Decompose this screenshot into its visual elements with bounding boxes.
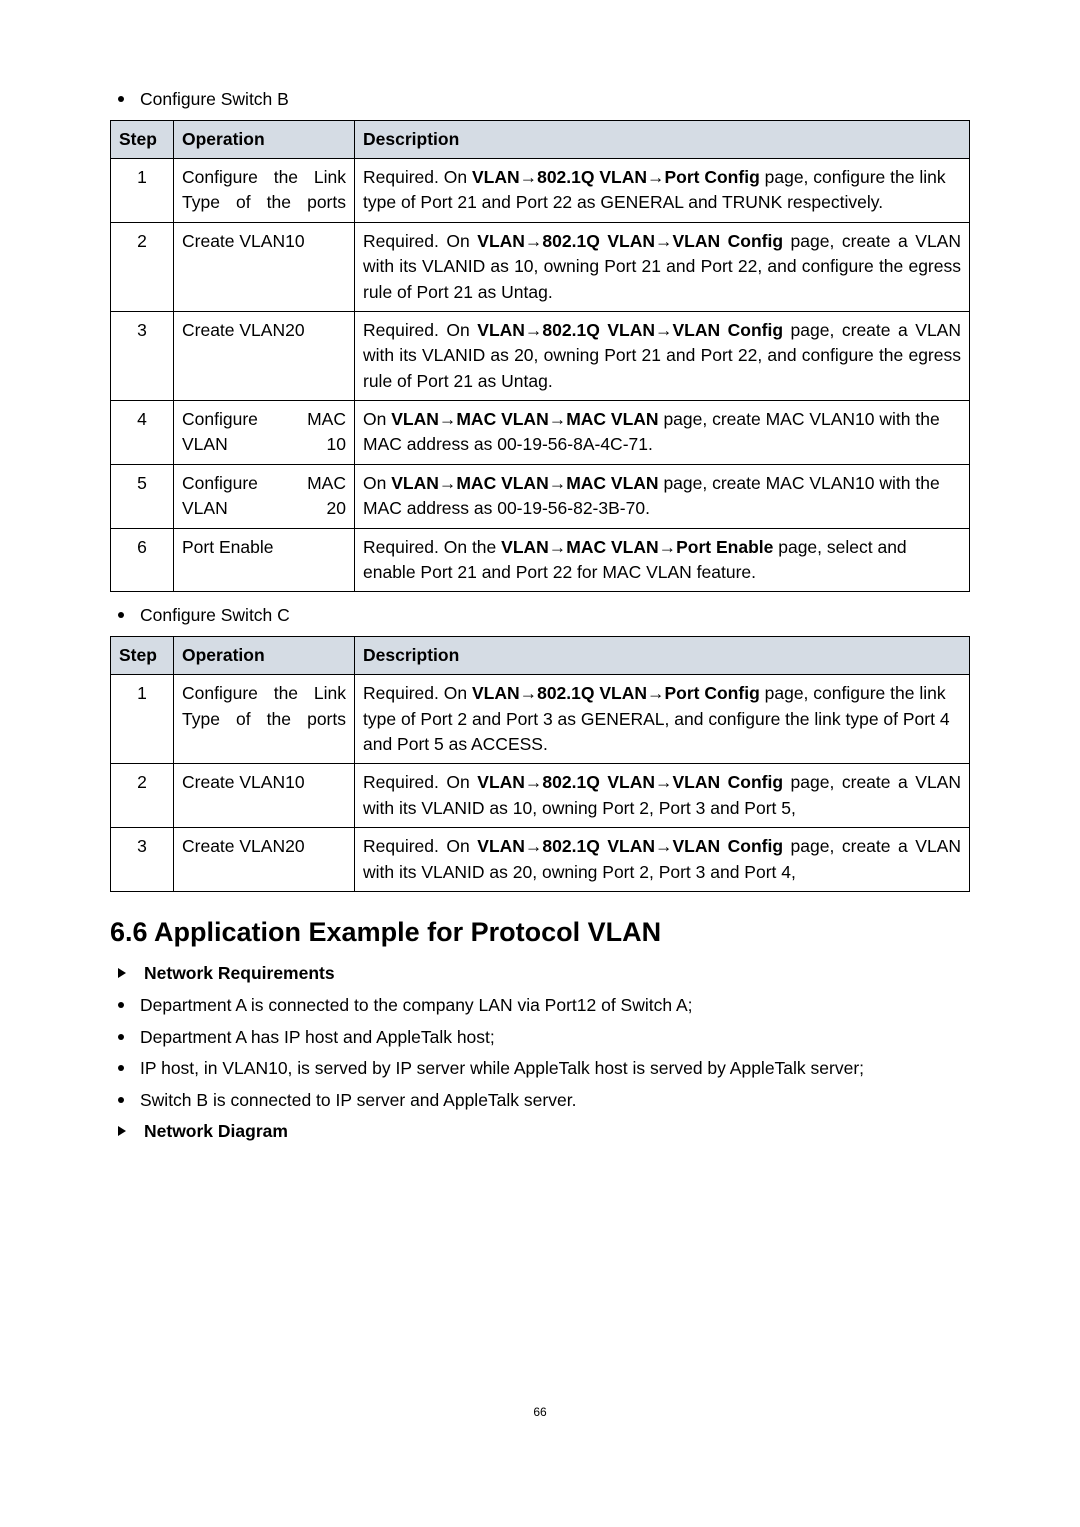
desc-bold: VLAN→802.1Q VLAN→VLAN Config [477,320,783,340]
bullet-text: Configure Switch C [140,604,290,628]
th-operation: Operation [174,120,355,158]
req-bullet: Department A is connected to the company… [110,994,970,1018]
table-row: 4 Configure MAC VLAN 10 On VLAN→MAC VLAN… [111,401,970,465]
table-row: 2 Create VLAN10 Required. On VLAN→802.1Q… [111,764,970,828]
table-row: 5 Configure MAC VLAN 20 On VLAN→MAC VLAN… [111,464,970,528]
sub-title: Network Requirements [144,962,335,986]
req-bullet: IP host, in VLAN10, is served by IP serv… [110,1057,970,1081]
cell-step: 3 [111,828,174,892]
network-diagram-heading: Network Diagram [110,1120,970,1144]
th-step: Step [111,120,174,158]
table-row: 1 Configure the Link Type of the ports R… [111,675,970,764]
desc-bold: VLAN→802.1Q VLAN→VLAN Config [477,231,783,251]
cell-operation: Create VLAN20 [174,311,355,400]
cell-operation: Configure MAC VLAN 20 [174,464,355,528]
triangle-icon [118,968,126,978]
table-header-row: Step Operation Description [111,636,970,674]
cell-step: 1 [111,675,174,764]
cell-description: Required. On VLAN→802.1Q VLAN→VLAN Confi… [355,311,970,400]
cell-description: On VLAN→MAC VLAN→MAC VLAN page, create M… [355,464,970,528]
table-row: 3 Create VLAN20 Required. On VLAN→802.1Q… [111,828,970,892]
th-description: Description [355,120,970,158]
bullet-text: IP host, in VLAN10, is served by IP serv… [140,1057,864,1081]
desc-pre: On [363,409,391,429]
bullet-text: Department A has IP host and AppleTalk h… [140,1026,495,1050]
desc-bold: VLAN→802.1Q VLAN→VLAN Config [477,772,783,792]
cell-operation: Configure the Link Type of the ports [174,675,355,764]
desc-pre: Required. On [363,320,477,340]
bullet-icon [118,1034,124,1040]
cell-description: On VLAN→MAC VLAN→MAC VLAN page, create M… [355,401,970,465]
cell-step: 3 [111,311,174,400]
bullet-text: Configure Switch B [140,88,289,112]
desc-bold: VLAN→802.1Q VLAN→VLAN Config [477,836,783,856]
table-switch-b: Step Operation Description 1 Configure t… [110,120,970,593]
desc-pre: Required. On the [363,537,501,557]
cell-step: 4 [111,401,174,465]
cell-step: 2 [111,764,174,828]
desc-bold: VLAN→MAC VLAN→MAC VLAN [391,473,658,493]
bullet-configure-switch-b: Configure Switch B [110,88,970,112]
desc-bold: VLAN→MAC VLAN→Port Enable [501,537,773,557]
cell-step: 6 [111,528,174,592]
cell-description: Required. On VLAN→802.1Q VLAN→Port Confi… [355,675,970,764]
sub-title: Network Diagram [144,1120,288,1144]
desc-pre: On [363,473,391,493]
cell-operation: Create VLAN20 [174,828,355,892]
desc-pre: Required. On [363,167,472,187]
cell-description: Required. On the VLAN→MAC VLAN→Port Enab… [355,528,970,592]
desc-bold: VLAN→802.1Q VLAN→Port Config [472,683,760,703]
desc-bold: VLAN→802.1Q VLAN→Port Config [472,167,760,187]
cell-step: 5 [111,464,174,528]
desc-pre: Required. On [363,683,472,703]
bullet-icon [118,1065,124,1071]
req-bullet: Department A has IP host and AppleTalk h… [110,1026,970,1050]
network-requirements-heading: Network Requirements [110,962,970,986]
table-row: 6 Port Enable Required. On the VLAN→MAC … [111,528,970,592]
th-description: Description [355,636,970,674]
cell-operation: Configure MAC VLAN 10 [174,401,355,465]
bullet-icon [118,1097,124,1103]
bullet-icon [118,1002,124,1008]
req-bullet: Switch B is connected to IP server and A… [110,1089,970,1113]
cell-operation: Port Enable [174,528,355,592]
cell-description: Required. On VLAN→802.1Q VLAN→VLAN Confi… [355,828,970,892]
cell-description: Required. On VLAN→802.1Q VLAN→VLAN Confi… [355,222,970,311]
table-row: 2 Create VLAN10 Required. On VLAN→802.1Q… [111,222,970,311]
bullet-icon [118,612,124,618]
th-step: Step [111,636,174,674]
table-row: 1 Configure the Link Type of the ports R… [111,159,970,223]
cell-description: Required. On VLAN→802.1Q VLAN→VLAN Confi… [355,764,970,828]
cell-operation: Create VLAN10 [174,764,355,828]
page-number: 66 [110,1404,970,1420]
desc-pre: Required. On [363,231,477,251]
section-heading: 6.6 Application Example for Protocol VLA… [110,914,970,950]
table-row: 3 Create VLAN20 Required. On VLAN→802.1Q… [111,311,970,400]
desc-bold: VLAN→MAC VLAN→MAC VLAN [391,409,658,429]
bullet-icon [118,96,124,102]
desc-pre: Required. On [363,836,477,856]
cell-step: 1 [111,159,174,223]
bullet-text: Switch B is connected to IP server and A… [140,1089,576,1113]
table-header-row: Step Operation Description [111,120,970,158]
triangle-icon [118,1126,126,1136]
bullet-configure-switch-c: Configure Switch C [110,604,970,628]
th-operation: Operation [174,636,355,674]
table-switch-c: Step Operation Description 1 Configure t… [110,636,970,892]
desc-pre: Required. On [363,772,477,792]
cell-description: Required. On VLAN→802.1Q VLAN→Port Confi… [355,159,970,223]
cell-step: 2 [111,222,174,311]
cell-operation: Create VLAN10 [174,222,355,311]
cell-operation: Configure the Link Type of the ports [174,159,355,223]
bullet-text: Department A is connected to the company… [140,994,693,1018]
